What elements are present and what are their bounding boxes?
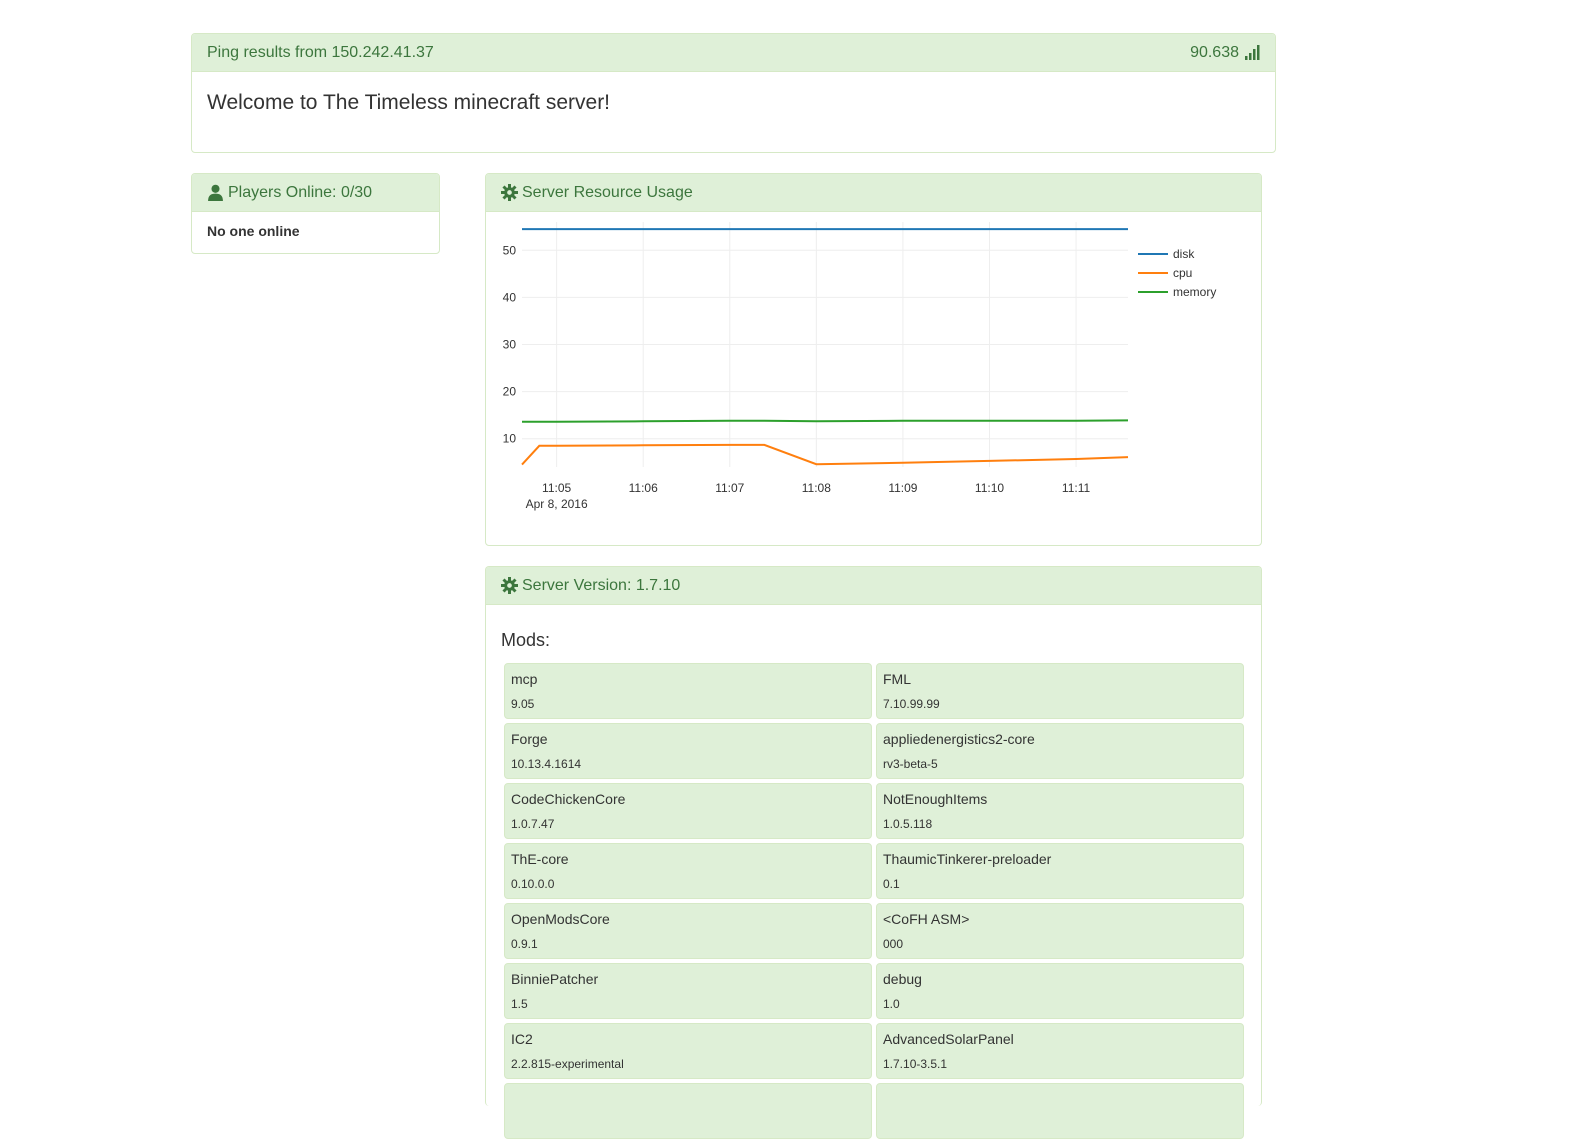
mod-name: debug [883,971,922,987]
ping-heading: Ping results from 150.242.41.37 90.638 [192,34,1275,72]
resource-usage-chart: 11:05 11:06 11:07 11:08 11:09 11:10 11:11 Apr 8… [503,222,1216,511]
mod-card: debug 1.0 [876,963,1244,1019]
mod-version: 1.0 [883,997,900,1011]
mod-version: 10.13.4.1614 [511,757,582,771]
mod-card: mcp 9.05 [504,663,872,719]
mod-name: NotEnoughItems [883,791,988,807]
mod-version: 9.05 [511,697,535,711]
mod-name: IC2 [511,1031,533,1047]
mod-card: OpenModsCore 0.9.1 [504,903,872,959]
ping-value: 90.638 [1190,43,1239,61]
legend-label-memory: memory [1173,285,1216,299]
x-tick-label: 11:10 [975,481,1004,495]
players-panel: Players Online: 0/30 No one online [191,173,440,254]
series-line-cpu [521,443,1129,466]
mods-title: Mods: [501,630,551,650]
y-tick-label: 40 [503,290,517,304]
mod-card: ThE-core 0.10.0.0 [504,843,872,899]
legend-label-cpu: cpu [1173,266,1192,280]
mod-name: ThE-core [511,851,569,867]
mod-card [876,1083,1244,1139]
x-tick-label: 11:05 [542,481,571,495]
signal-bars-icon [1245,45,1260,60]
mod-card: appliedenergistics2-core rv3-beta-5 [876,723,1244,779]
mod-card: NotEnoughItems 1.0.5.118 [876,783,1244,839]
mod-version: 000 [883,937,904,951]
mod-version: rv3-beta-5 [883,757,938,771]
ping-panel: Ping results from 150.242.41.37 90.638 W… [191,33,1276,153]
version-title: Server Version: 1.7.10 [522,576,681,594]
welcome-message: Welcome to The Timeless minecraft server… [207,91,611,114]
series-line-memory [522,419,1129,423]
mod-version: 1.0.5.118 [883,817,933,831]
mod-card: IC2 2.2.815-experimental [504,1023,872,1079]
y-tick-label: 50 [503,243,517,257]
mod-card: AdvancedSolarPanel 1.7.10-3.5.1 [876,1023,1244,1079]
usage-panel: Server Resource Usage 11:05 11:06 11:07 11:… [485,173,1262,546]
mod-name: BinniePatcher [511,971,599,987]
players-title: Players Online: 0/30 [228,183,373,201]
gear-icon [501,184,518,201]
mod-name: AdvancedSolarPanel [883,1031,1014,1047]
mod-version: 0.9.1 [511,937,538,951]
x-tick-label: 11:06 [629,481,658,495]
mod-name: appliedenergistics2-core [883,731,1035,747]
mod-name: CodeChickenCore [511,791,626,807]
mod-version: 1.7.10-3.5.1 [883,1057,948,1071]
x-tick-sublabel: Apr 8, 2016 [526,497,588,511]
mod-version: 1.5 [511,997,528,1011]
mod-name: mcp [511,671,538,687]
mod-card: Forge 10.13.4.1614 [504,723,872,779]
mod-name: OpenModsCore [511,911,610,927]
mod-version: 1.0.7.47 [511,817,555,831]
y-tick-label: 20 [503,385,517,399]
gear-icon [501,577,518,594]
x-tick-label: 11:07 [715,481,744,495]
mod-version: 7.10.99.99 [883,697,940,711]
mod-name: FML [883,671,911,687]
mod-card: <CoFH ASM> 000 [876,903,1244,959]
ping-title: Ping results from 150.242.41.37 [207,43,434,61]
x-tick-label: 11:09 [888,481,917,495]
y-tick-label: 10 [503,432,517,446]
mod-version: 0.10.0.0 [511,877,555,891]
mod-version: 2.2.815-experimental [511,1057,624,1071]
mod-card: CodeChickenCore 1.0.7.47 [504,783,872,839]
x-tick-label: 11:08 [802,481,831,495]
mod-version: 0.1 [883,877,900,891]
players-status: No one online [207,223,300,239]
mod-card: FML 7.10.99.99 [876,663,1244,719]
usage-heading: Server Resource Usage [486,174,1261,212]
user-icon [208,184,223,201]
y-tick-label: 30 [503,338,517,352]
mod-name: ThaumicTinkerer-preloader [883,851,1052,867]
version-heading: Server Version: 1.7.10 [486,567,1261,605]
mod-card: BinniePatcher 1.5 [504,963,872,1019]
mod-card [504,1083,872,1139]
version-panel: Server Version: 1.7.10 Mods: mcp 9.05 FML 7… [485,566,1262,1139]
usage-title: Server Resource Usage [522,183,693,201]
mod-name: <CoFH ASM> [883,911,970,927]
players-heading: Players Online: 0/30 [192,174,439,212]
mod-card: ThaumicTinkerer-preloader 0.1 [876,843,1244,899]
legend-label-disk: disk [1173,247,1195,261]
ping-value-group: 90.638 [1190,44,1260,62]
x-tick-label: 11:11 [1062,481,1091,495]
mod-name: Forge [511,731,548,747]
